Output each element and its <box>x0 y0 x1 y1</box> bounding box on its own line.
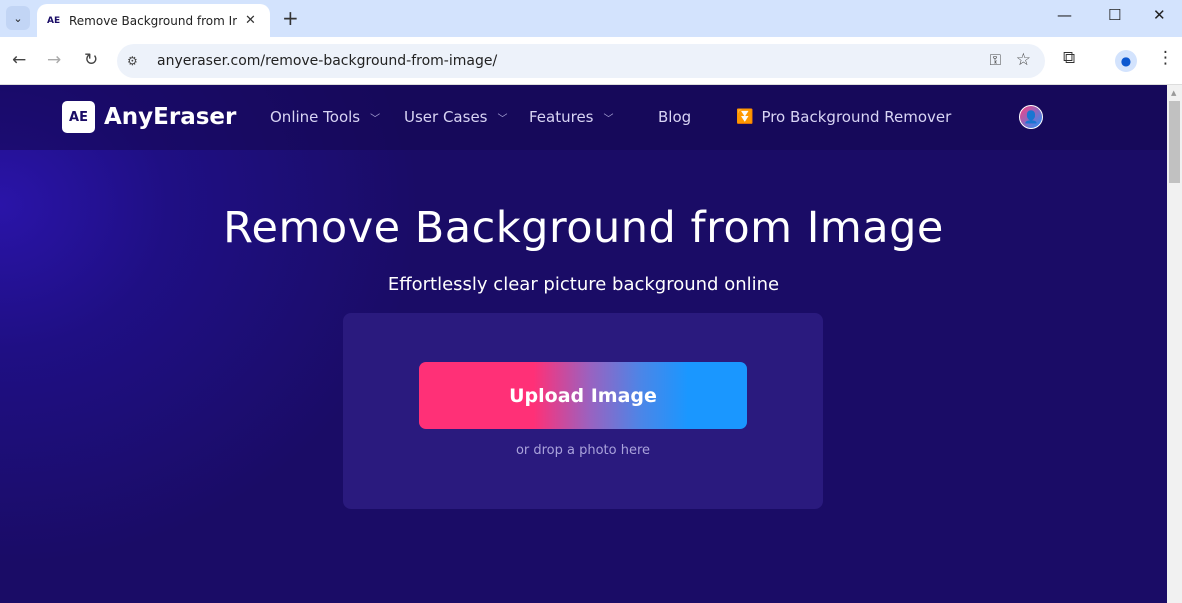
user-avatar[interactable]: 👤 <box>1019 105 1043 129</box>
plus-icon[interactable]: + <box>282 6 299 30</box>
extensions-icon[interactable]: ⧉ <box>1063 48 1075 68</box>
back-icon[interactable]: ← <box>12 50 26 70</box>
nav-label: Pro Background Remover <box>761 108 952 126</box>
web-page: AE AnyEraser Online Tools ﹀ User Cases ﹀ F… <box>0 85 1167 603</box>
browser-tab[interactable]: AE Remove Background from Image ✕ <box>37 4 270 37</box>
browser-toolbar: ← → ↻ ⚙ anyeraser.com/remove-background-… <box>0 37 1182 85</box>
nav-user-cases[interactable]: User Cases ﹀ <box>404 108 507 126</box>
window-close-icon[interactable]: ✕ <box>1153 6 1166 24</box>
nav-label: Features <box>529 108 594 126</box>
chevron-down-icon: ﹀ <box>603 113 614 125</box>
forward-icon[interactable]: → <box>47 50 61 70</box>
more-icon[interactable]: ⋮ <box>1157 48 1174 68</box>
nav-label: Online Tools <box>270 108 361 126</box>
scrollbar-thumb[interactable] <box>1169 101 1180 183</box>
tab-title: Remove Background from Image <box>69 13 237 28</box>
chevron-down-icon: ﹀ <box>370 113 381 125</box>
logo[interactable]: AE AnyEraser <box>62 101 236 133</box>
chevron-down-icon: ﹀ <box>497 113 508 125</box>
tab-search-button[interactable]: ⌄ <box>6 6 30 30</box>
download-tray-icon: ⏬ <box>736 109 754 125</box>
logo-mark: AE <box>62 101 95 133</box>
drop-hint: or drop a photo here <box>515 443 651 458</box>
key-icon[interactable]: ⚿ <box>990 51 1001 69</box>
maximize-icon[interactable]: ☐ <box>1108 6 1121 24</box>
site-settings-icon[interactable]: ⚙ <box>127 54 149 68</box>
page-title: Remove Background from Image <box>223 203 944 253</box>
nav-label: Blog <box>658 108 692 126</box>
address-bar[interactable]: ⚙ anyeraser.com/remove-background-from-i… <box>117 44 1045 78</box>
nav-blog[interactable]: Blog <box>658 108 691 126</box>
star-icon[interactable]: ☆ <box>1016 50 1031 70</box>
close-icon[interactable]: ✕ <box>245 13 256 28</box>
scroll-up-icon[interactable]: ▲ <box>1171 89 1176 97</box>
page-subtitle: Effortlessly clear picture background on… <box>387 274 780 295</box>
reload-icon[interactable]: ↻ <box>84 50 98 70</box>
tab-favicon: AE <box>47 15 61 26</box>
nav-online-tools[interactable]: Online Tools ﹀ <box>270 108 380 126</box>
site-nav: AE AnyEraser Online Tools ﹀ User Cases ﹀ F… <box>0 85 1167 150</box>
upload-image-button[interactable]: Upload Image <box>419 362 747 429</box>
nav-label: User Cases <box>404 108 488 126</box>
logo-name: AnyEraser <box>104 104 237 130</box>
nav-pro-background-remover[interactable]: ⏬ Pro Background Remover <box>736 108 951 126</box>
tab-strip: ⌄ AE Remove Background from Image ✕ + — … <box>0 0 1182 37</box>
nav-features[interactable]: Features ﹀ <box>529 108 614 126</box>
upload-dropzone[interactable]: Upload Image or drop a photo here <box>343 313 823 509</box>
profile-icon[interactable]: ● <box>1115 50 1137 72</box>
chevron-down-icon: ⌄ <box>13 11 23 25</box>
url-text[interactable]: anyeraser.com/remove-background-from-ima… <box>157 53 497 69</box>
scrollbar[interactable]: ▲ <box>1167 85 1182 603</box>
minimize-icon[interactable]: — <box>1057 6 1072 24</box>
